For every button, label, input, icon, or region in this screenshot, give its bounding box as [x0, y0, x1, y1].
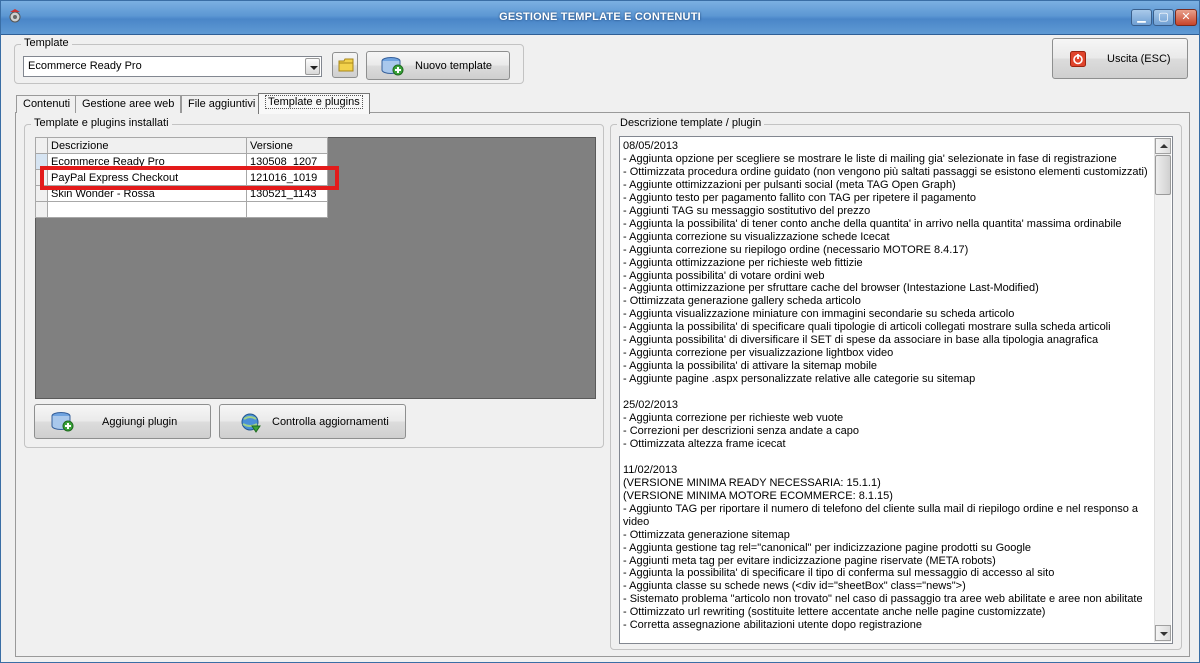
description-textarea[interactable]: 08/05/2013 - Aggiunta opzione per scegli… [619, 136, 1173, 644]
scroll-thumb[interactable] [1155, 155, 1171, 195]
window-title: GESTIONE TEMPLATE E CONTENUTI [499, 11, 701, 23]
check-updates-button[interactable]: Controlla aggiornamenti [219, 404, 406, 439]
add-plugin-button[interactable]: Aggiungi plugin [34, 404, 211, 439]
open-folder-button[interactable] [332, 52, 358, 78]
globe-update-icon [241, 413, 261, 433]
tab-gestione-aree-web[interactable]: Gestione aree web [75, 95, 182, 113]
add-database-icon [51, 412, 74, 432]
scroll-down-icon[interactable] [1155, 625, 1171, 641]
exit-button[interactable]: Uscita (ESC) [1052, 38, 1188, 79]
scroll-up-icon[interactable] [1155, 138, 1171, 154]
chevron-down-icon[interactable] [305, 58, 320, 75]
title-bar[interactable]: GESTIONE TEMPLATE E CONTENUTI ▁ ▢ ✕ [1, 1, 1199, 35]
table-row-empty[interactable] [35, 201, 328, 218]
installed-group-label: Template e plugins installati [31, 117, 172, 129]
vertical-scrollbar[interactable] [1154, 138, 1171, 642]
row-indicator [35, 201, 48, 218]
new-template-label: Nuovo template [415, 60, 493, 72]
tab-template-e-plugins[interactable]: Template e plugins [258, 93, 370, 114]
add-plugin-label: Aggiungi plugin [102, 416, 178, 428]
grid-header-row: Descrizione Versione [35, 137, 328, 154]
description-text: 08/05/2013 - Aggiunta opzione per scegli… [623, 140, 1148, 632]
column-header-versione[interactable]: Versione [246, 137, 328, 154]
folder-icon [338, 58, 354, 72]
add-database-icon [381, 57, 404, 76]
minimize-button[interactable]: ▁ [1131, 9, 1152, 26]
template-select[interactable]: Ecommerce Ready Pro [23, 56, 322, 77]
tab-template-e-plugins-label: Template e plugins [265, 95, 363, 109]
exit-label: Uscita (ESC) [1107, 53, 1171, 65]
template-group-label: Template [21, 37, 72, 49]
check-updates-label: Controlla aggiornamenti [272, 416, 389, 428]
main-window: GESTIONE TEMPLATE E CONTENUTI ▁ ▢ ✕ Temp… [0, 0, 1200, 663]
column-header-descrizione[interactable]: Descrizione [47, 137, 247, 154]
tab-contenuti[interactable]: Contenuti [16, 95, 78, 113]
tab-file-aggiuntivi[interactable]: File aggiuntivi [181, 95, 263, 113]
row-indicator [35, 137, 48, 154]
template-select-value: Ecommerce Ready Pro [28, 60, 142, 72]
new-template-button[interactable]: Nuovo template [366, 51, 510, 80]
description-group-label: Descrizione template / plugin [617, 117, 765, 129]
power-icon [1070, 51, 1086, 67]
close-button[interactable]: ✕ [1175, 9, 1197, 26]
highlight-box [40, 166, 339, 190]
cell-descrizione[interactable] [47, 201, 247, 218]
maximize-button[interactable]: ▢ [1153, 9, 1174, 26]
cell-versione[interactable] [246, 201, 328, 218]
